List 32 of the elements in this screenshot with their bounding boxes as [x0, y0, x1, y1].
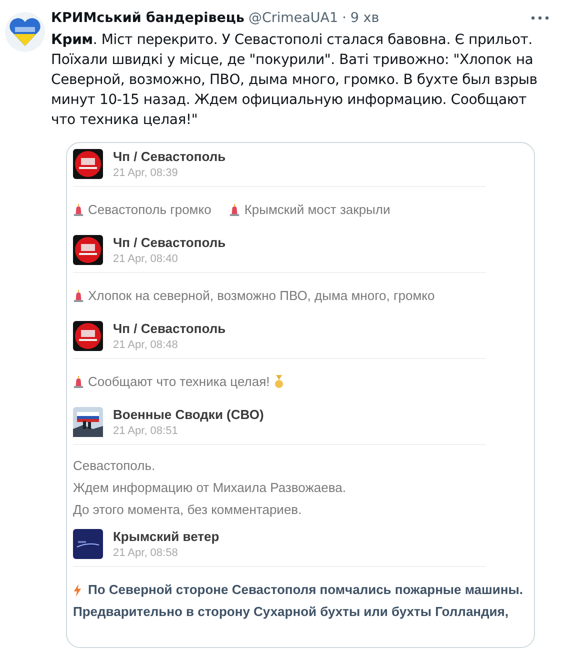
- channel-name: Военные Сводки (СВО): [113, 407, 264, 422]
- more-icon[interactable]: [531, 16, 549, 20]
- author-handle[interactable]: @CrimeaUA1: [248, 8, 338, 28]
- message-time: 21 Apr, 08:51: [113, 425, 179, 437]
- lightning-icon: [73, 584, 82, 596]
- channel-name: Чп / Севастополь: [113, 321, 226, 336]
- message-text: Ждем информацию от Михаила Развожаева.: [73, 479, 346, 497]
- message-time: 21 Apr, 08:39: [113, 167, 179, 179]
- message-text: По Северной стороне Севастополя помчались пожарные машины.: [88, 581, 523, 599]
- message-text: Сообщают что техника целая!: [88, 373, 270, 391]
- message-text: Крымский мост закрыли: [244, 201, 390, 219]
- post-time[interactable]: 9 хв: [350, 8, 380, 28]
- message-time: 21 Apr, 08:48: [113, 339, 179, 351]
- message-time: 21 Apr, 08:40: [113, 253, 179, 265]
- separator: ·: [342, 9, 346, 28]
- siren-icon: [73, 376, 84, 388]
- author-name[interactable]: КРИМський бандерівець: [51, 8, 244, 28]
- message-text: Севастополь.: [73, 457, 156, 475]
- siren-icon: [73, 204, 84, 216]
- message-text: Предварительно в сторону Сухарной бухты или бухты Голландия,: [73, 603, 508, 621]
- siren-icon: [229, 204, 240, 216]
- message-text: Хлопок на северной, возможно ПВО, дыма много, громко: [88, 287, 435, 305]
- channel-name: Чп / Севастополь: [113, 149, 226, 164]
- siren-icon: [73, 290, 84, 302]
- tweet-text: Крим. Міст перекрито. У Севастополі сталася бавовна. Є прильот. Поїхали швидкі у місце, де "покурили". Ваті тривожно: "Хлопок на Северной, возможно, ПВО, дыма много, громко. В бухте был взрыв минут 10-15 назад. Ждем официальную информацию. Сообщают что техника целая!": [51, 31, 538, 130]
- message-text: Севастополь громко: [88, 201, 212, 219]
- embedded-image-card[interactable]: [66, 142, 535, 648]
- message-time: 21 Apr, 08:58: [113, 547, 179, 559]
- message-text: До этого момента, без комментариев.: [73, 501, 302, 519]
- medal-icon: [274, 375, 284, 389]
- channel-name: Крымский ветер: [113, 529, 220, 544]
- channel-name: Чп / Севастополь: [113, 235, 226, 250]
